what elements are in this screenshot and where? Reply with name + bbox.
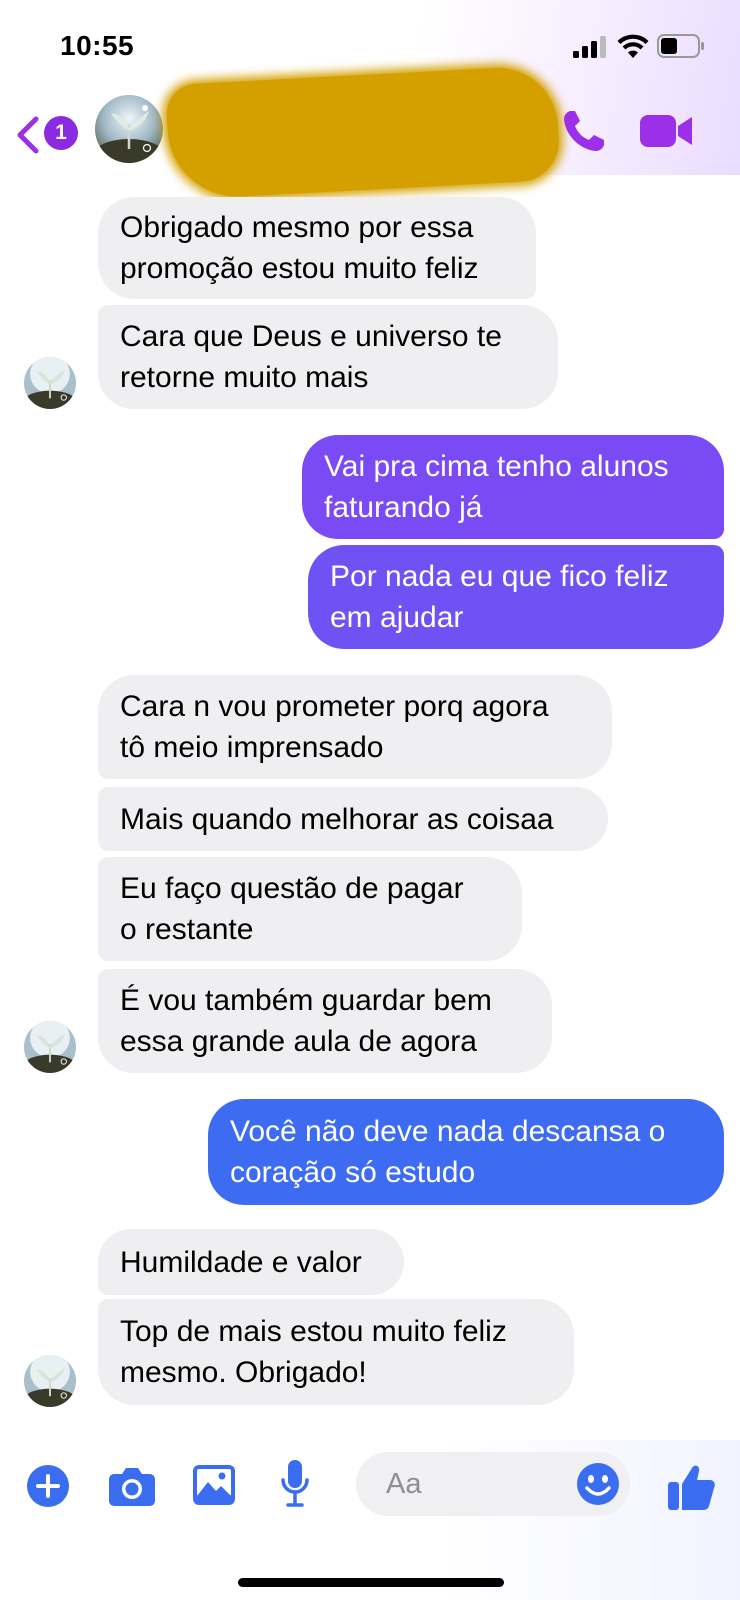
sender-avatar[interactable] <box>24 357 76 409</box>
message-bubble-outgoing[interactable]: Vai pra cima tenho alunos faturando já <box>302 435 724 539</box>
message-bubble-outgoing[interactable]: Por nada eu que fico feliz em ajudar <box>308 545 724 649</box>
message-bubble-incoming[interactable]: Mais quando melhorar as coisaa <box>98 787 608 851</box>
back-button[interactable]: 1 <box>14 113 78 157</box>
message-bubble-outgoing[interactable]: Você não deve nada descansa o coração só… <box>208 1099 724 1205</box>
plant-avatar-image <box>95 95 163 163</box>
message-bubble-incoming[interactable]: Obrigado mesmo por essa promoção estou m… <box>98 197 536 299</box>
message-bubble-incoming[interactable]: Cara que Deus e universo te retorne muit… <box>98 305 558 409</box>
conversation-header: 1 <box>0 64 740 201</box>
battery-icon <box>657 34 704 58</box>
chevron-left-icon <box>17 116 39 154</box>
contact-avatar[interactable] <box>95 95 163 163</box>
cellular-signal-icon <box>573 36 606 58</box>
message-bubble-incoming[interactable]: Cara n vou prometer porq agora tô meio i… <box>98 675 612 779</box>
home-indicator <box>238 1578 504 1587</box>
message-bubble-incoming[interactable]: Humildade e valor <box>98 1229 404 1295</box>
video-call-button[interactable] <box>640 109 694 153</box>
status-time: 10:55 <box>60 30 135 61</box>
emoji-icon[interactable] <box>576 1462 620 1506</box>
message-bubble-incoming[interactable]: É vou também guardar bem essa grande aul… <box>98 969 552 1073</box>
microphone-icon[interactable] <box>280 1458 310 1510</box>
plant-avatar-image <box>24 1021 76 1073</box>
plant-avatar-image <box>24 357 76 409</box>
message-list: Obrigado mesmo por essa promoção estou m… <box>0 175 740 1440</box>
wifi-icon <box>617 34 649 58</box>
message-composer <box>0 1440 740 1600</box>
audio-call-button[interactable] <box>560 107 608 155</box>
message-bubble-incoming[interactable]: Top de mais estou muito feliz mesmo. Obr… <box>98 1299 574 1405</box>
image-icon[interactable] <box>192 1464 236 1506</box>
camera-icon[interactable] <box>108 1464 156 1508</box>
plant-avatar-image <box>24 1355 76 1407</box>
unread-badge: 1 <box>44 116 78 150</box>
thumbs-up-icon[interactable] <box>666 1462 716 1512</box>
plus-icon[interactable] <box>26 1464 70 1508</box>
sender-avatar[interactable] <box>24 1355 76 1407</box>
message-bubble-incoming[interactable]: Eu faço questão de pagar o restante <box>98 857 522 961</box>
sender-avatar[interactable] <box>24 1021 76 1073</box>
